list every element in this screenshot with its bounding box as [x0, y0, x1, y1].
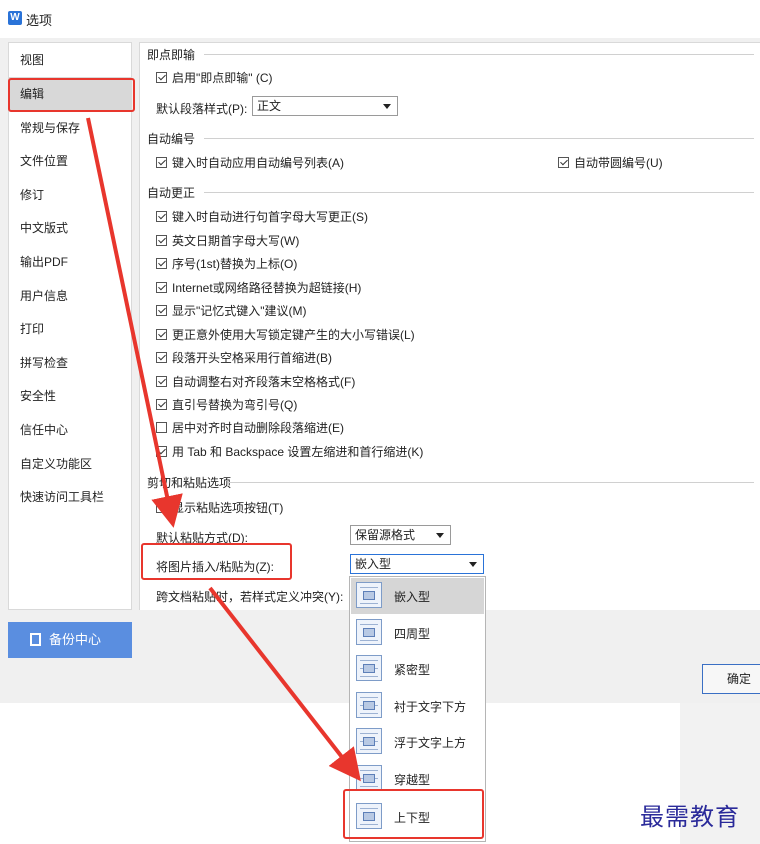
watermark-text: 最需教育	[640, 803, 740, 831]
arrow-edit-to-insert	[86, 117, 183, 528]
annotation-arrows	[86, 117, 361, 782]
arrow-insert-to-top-bottom	[208, 586, 361, 782]
